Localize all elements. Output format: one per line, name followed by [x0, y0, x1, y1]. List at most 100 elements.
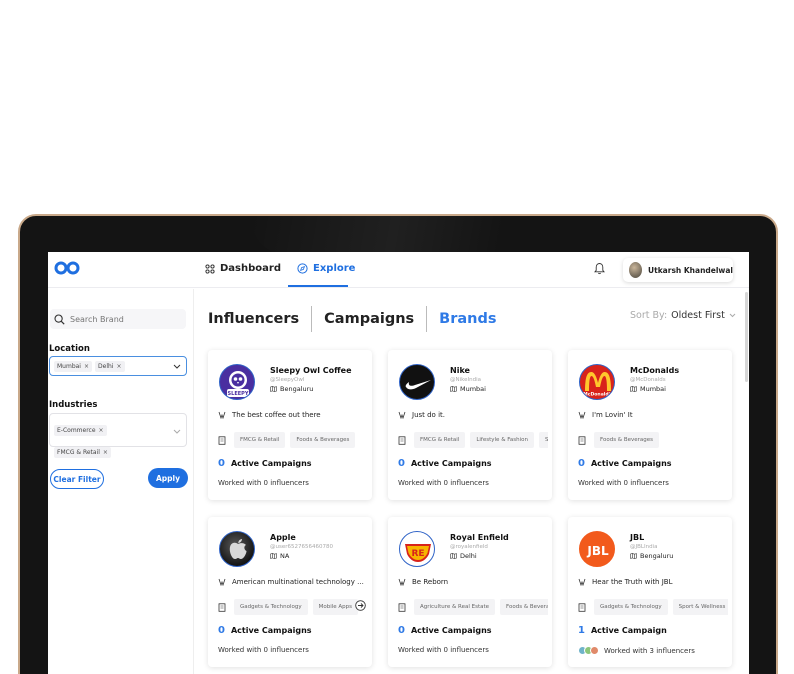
brand-tagline-row: Just do it. [398, 411, 445, 419]
location-filter-title: Location [49, 344, 90, 354]
active-nav-indicator [288, 285, 348, 287]
filter-sidebar: Location Mumbai× Delhi× Industries E-Com… [48, 289, 194, 674]
location-select[interactable]: Mumbai × Delhi × [49, 356, 187, 376]
worked-with: Worked with 0 influencers [398, 646, 489, 654]
search-input[interactable] [70, 314, 170, 324]
sort-label: Sort By: [630, 310, 668, 321]
campaign-count: 1 [578, 625, 585, 636]
active-campaigns: 1 Active Campaign [578, 625, 667, 636]
industry-chip-label: FMCG & Retail [57, 449, 100, 456]
industries-select[interactable]: E-Commerce × FMCG & Retail × [49, 413, 187, 458]
brand-handle: @SleepyOwl [270, 377, 305, 383]
brand-name: Apple [270, 533, 296, 542]
campaign-count: 0 [398, 625, 405, 636]
brand-handle: @McDonalds [630, 377, 666, 383]
sort-value: Oldest First [671, 310, 725, 321]
map-icon [270, 553, 277, 559]
industry-tag: FMCG & Retail [414, 432, 466, 448]
brand-tagline: The best coffee out there [232, 411, 321, 419]
active-campaigns: 0 Active Campaigns [398, 458, 492, 469]
tagline-icon [218, 578, 226, 586]
brand-location: Delhi [450, 552, 477, 560]
map-icon [630, 553, 637, 559]
brand-city: Bengaluru [640, 552, 674, 560]
brand-tagline: I'm Lovin' It [592, 411, 633, 419]
brand-industry-tags: Gadgets & Technology Sport & Wellness [578, 597, 728, 617]
tab-divider [426, 306, 428, 332]
scrollbar[interactable] [745, 292, 748, 382]
svg-text:SLEEPY: SLEEPY [228, 391, 249, 397]
brand-name: Sleepy Owl Coffee [270, 366, 352, 375]
remove-chip-icon[interactable]: × [99, 427, 104, 434]
worked-with-label: Worked with 3 influencers [604, 646, 695, 655]
chevron-down-icon[interactable] [173, 429, 181, 434]
arrow-right-circle-icon[interactable] [355, 600, 366, 611]
industry-tag: Mobile Apps [312, 599, 359, 615]
building-icon [218, 602, 226, 612]
industry-tag: Gadgets & Technology [594, 599, 668, 615]
avatar [590, 646, 599, 655]
campaign-label: Active Campaigns [590, 459, 672, 468]
worked-with: Worked with 0 influencers [218, 646, 309, 654]
sleepy-owl-logo: SLEEPY [219, 364, 255, 400]
brand-city: Bengaluru [280, 385, 314, 393]
brand-card-royal-enfield[interactable]: RE Royal Enfield @royalenfield Delhi Be … [388, 517, 552, 667]
building-icon [218, 435, 226, 445]
search-box[interactable] [50, 309, 186, 329]
sort-control[interactable]: Sort By: Oldest First [630, 310, 736, 321]
brand-industry-tags: Foods & Beverages [578, 430, 728, 450]
brand-location: NA [270, 552, 289, 560]
worked-with: Worked with 0 influencers [218, 479, 309, 487]
industry-tag: Gadgets & Technology [234, 599, 308, 615]
industry-chip: FMCG & Retail × [54, 447, 111, 458]
active-campaigns: 0 Active Campaigns [578, 458, 672, 469]
svg-text:RE: RE [411, 549, 424, 559]
brand-card-sleepy-owl[interactable]: SLEEPY Sleepy Owl Coffee @SleepyOwl Beng… [208, 350, 372, 500]
brand-industry-tags: Agriculture & Real Estate Foods & Bevera [398, 597, 548, 617]
nav-dashboard[interactable]: Dashboard [205, 263, 281, 274]
industry-chip: E-Commerce × [54, 425, 107, 436]
remove-chip-icon[interactable]: × [116, 363, 121, 370]
remove-chip-icon[interactable]: × [84, 363, 89, 370]
apply-button[interactable]: Apply [148, 468, 188, 488]
industry-tag: Foods & Beverages [290, 432, 356, 448]
chevron-down-icon[interactable] [173, 364, 181, 369]
chevron-down-icon [729, 313, 736, 318]
map-icon [630, 386, 637, 392]
brand-card-apple[interactable]: Apple @user6527656460780 NA American mul… [208, 517, 372, 667]
active-campaigns: 0 Active Campaigns [398, 625, 492, 636]
brand-handle: @NikeIndia [450, 377, 482, 383]
remove-chip-icon[interactable]: × [103, 449, 108, 456]
influencer-avatars [578, 646, 599, 655]
nav-explore[interactable]: Explore [297, 263, 355, 274]
user-name: Utkarsh Khandelwal [648, 265, 733, 275]
worked-with: Worked with 3 influencers [578, 646, 695, 655]
tab-brands[interactable]: Brands [439, 311, 496, 327]
industry-tag: Sport & Wellness [672, 599, 728, 615]
clear-filter-button[interactable]: Clear Filter [50, 469, 104, 489]
campaign-label: Active Campaigns [410, 459, 492, 468]
bell-icon[interactable] [594, 262, 605, 275]
app-screen: Dashboard Explore Utkarsh Khandelwal Sea… [48, 252, 749, 674]
campaign-count: 0 [398, 458, 405, 469]
tagline-icon [578, 411, 586, 419]
worked-with: Worked with 0 influencers [578, 479, 669, 487]
campaign-label: Active Campaigns [230, 626, 312, 635]
brand-industry-tags: Gadgets & Technology Mobile Apps [218, 597, 368, 617]
campaign-label: Active Campaigns [230, 459, 312, 468]
brand-city: Mumbai [460, 385, 486, 393]
brand-card-mcdonalds[interactable]: McDonald's McDonalds @McDonalds Mumbai I… [568, 350, 732, 500]
tab-influencers[interactable]: Influencers [208, 311, 299, 327]
top-navigation: Dashboard Explore Utkarsh Khandelwal [48, 252, 749, 288]
user-profile-menu[interactable]: Utkarsh Khandelwal [623, 258, 733, 282]
tab-campaigns[interactable]: Campaigns [324, 311, 414, 327]
campaign-count: 0 [218, 625, 225, 636]
brand-name: Nike [450, 366, 470, 375]
brand-card-jbl[interactable]: JBL JBL @JBLIndia Bengaluru Hear the Tru… [568, 517, 732, 667]
entity-tabs: Influencers Campaigns Brands [208, 306, 497, 332]
brand-card-nike[interactable]: Nike @NikeIndia Mumbai Just do it. FMCG … [388, 350, 552, 500]
tagline-icon [218, 411, 226, 419]
industry-tag: Lifestyle & Fashion [470, 432, 534, 448]
app-logo-icon[interactable] [54, 261, 80, 275]
brand-tagline-row: American multinational technology ... [218, 578, 364, 586]
